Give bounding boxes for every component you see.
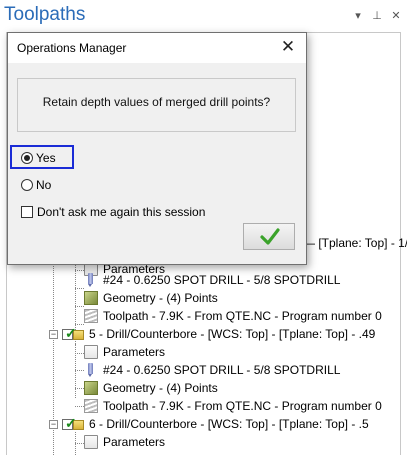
operation-icon: ✓ [62,416,84,431]
close-icon[interactable]: ✕ [391,10,401,22]
tree-row-geometry[interactable]: Geometry - (4) Points [84,379,218,397]
dont-ask-checkbox[interactable] [21,206,33,218]
dont-ask-label: Don't ask me again this session [37,205,206,219]
toolpath-icon [84,399,98,413]
dont-ask-checkbox-row[interactable]: Don't ask me again this session [21,205,205,219]
tree-row-partial: — [Tplane: Top] - 1/ [303,234,407,252]
dialog-titlebar[interactable]: Operations Manager ✕ [8,33,306,63]
tree-row-toolpath[interactable]: Toolpath - 7.9K - From QTE.NC - Program … [84,397,382,415]
radio-unselected-icon[interactable] [21,179,33,191]
drill-tool-icon [84,363,98,377]
panel-title: Toolpaths [4,4,86,25]
radio-selected-icon[interactable] [21,152,33,164]
radio-no-label: No [36,178,52,192]
tree-row-parameters[interactable]: Parameters [84,433,165,451]
tree-row-label: — [Tplane: Top] - 1/ [303,236,407,250]
dialog-title: Operations Manager [17,41,127,55]
geometry-icon [84,291,98,305]
drill-tool-icon [84,273,98,287]
checkmark-icon [260,228,280,245]
panel-controls: ▾ ⊥ ✕ [353,10,401,22]
tree-row-label: Toolpath - 7.9K - From QTE.NC - Program … [103,309,382,323]
dropdown-icon[interactable]: ▾ [353,10,363,22]
radio-yes[interactable]: Yes [21,151,56,165]
tree-row-label: Geometry - (4) Points [103,291,218,305]
folder-icon [84,435,98,449]
tree-row-label: #24 - 0.6250 SPOT DRILL - 5/8 SPOTDRILL [103,363,341,377]
message-box: Retain depth values of merged drill poin… [17,78,296,132]
pin-icon[interactable]: ⊥ [372,10,382,22]
tree-row-label: Parameters [103,345,166,359]
tree-row-tool[interactable]: #24 - 0.6250 SPOT DRILL - 5/8 SPOTDRILL [84,271,340,289]
collapse-toggle[interactable]: − [49,420,58,429]
geometry-icon [84,381,98,395]
tree-row-label: Toolpath - 7.9K - From QTE.NC - Program … [103,399,382,413]
radio-yes-label: Yes [36,151,56,165]
tree-row-operation-5[interactable]: ✓ 5 - Drill/Counterbore - [WCS: Top] - [… [62,325,375,343]
operations-manager-dialog: Operations Manager ✕ Retain depth values… [7,32,307,265]
tree-row-label: Geometry - (4) Points [103,381,218,395]
ok-button[interactable] [243,223,295,250]
tree-row-geometry[interactable]: Geometry - (4) Points [84,289,218,307]
close-icon[interactable]: ✕ [278,37,298,57]
tree-row-operation-6[interactable]: ✓ 6 - Drill/Counterbore - [WCS: Top] - [… [62,415,369,433]
tree-row-tool[interactable]: #24 - 0.6250 SPOT DRILL - 5/8 SPOTDRILL [84,361,340,379]
radio-no[interactable]: No [21,178,51,192]
tree-row-label: #24 - 0.6250 SPOT DRILL - 5/8 SPOTDRILL [103,273,341,287]
tree-row-toolpath[interactable]: Toolpath - 7.9K - From QTE.NC - Program … [84,307,382,325]
tree-row-label: 5 - Drill/Counterbore - [WCS: Top] - [Tp… [89,327,376,341]
toolpath-icon [84,309,98,323]
folder-icon [84,345,98,359]
tree-row-parameters[interactable]: Parameters [84,343,165,361]
dialog-message: Retain depth values of merged drill poin… [42,95,271,109]
tree-row-label: 6 - Drill/Counterbore - [WCS: Top] - [Tp… [89,417,369,431]
collapse-toggle[interactable]: − [49,330,58,339]
tree-row-label: Parameters [103,435,166,449]
operation-icon: ✓ [62,326,84,341]
